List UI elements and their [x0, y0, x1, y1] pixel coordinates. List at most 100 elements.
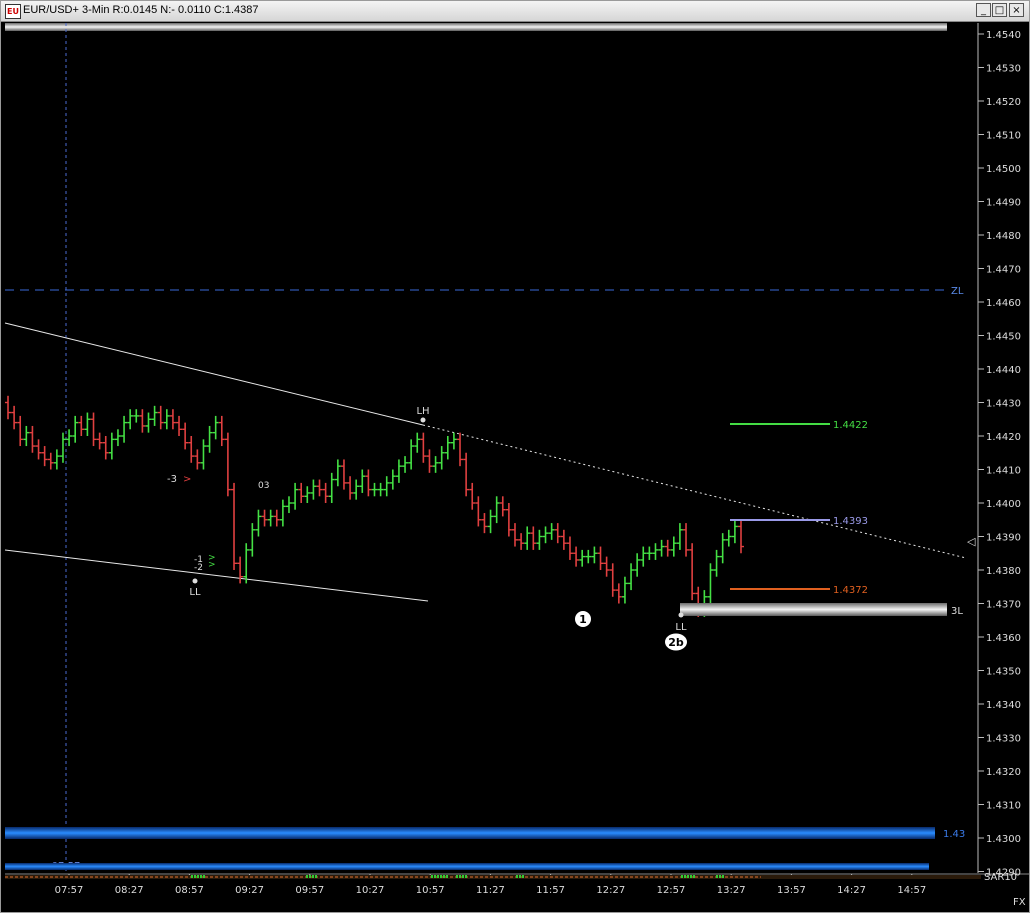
price-bar — [139, 409, 146, 433]
price-bar — [689, 543, 696, 601]
ll-label-second: LL — [675, 622, 687, 633]
price-bar — [402, 456, 409, 473]
price-tick-label: 1.4410 — [986, 466, 1021, 477]
upper-trendline[interactable] — [4, 322, 424, 426]
price-bar — [432, 456, 439, 473]
price-bar — [408, 439, 415, 470]
price-bar — [530, 526, 537, 550]
price-tick-label: 1.4340 — [986, 700, 1021, 711]
price-tick-label: 1.4350 — [986, 667, 1021, 678]
price-bar — [224, 432, 231, 497]
price-bar — [322, 482, 329, 503]
count-arrow-green-2: > — [208, 560, 216, 570]
price-bar — [670, 536, 677, 557]
price-tick-label: 1.4530 — [986, 64, 1021, 75]
price-bars — [5, 395, 744, 617]
minimize-button[interactable]: _ — [976, 3, 991, 17]
price-bar — [23, 425, 30, 447]
price-bar — [334, 459, 341, 487]
lower-trendline[interactable] — [4, 549, 429, 602]
price-tick-label: 1.4360 — [986, 633, 1021, 644]
price-bar — [585, 549, 592, 564]
price-bar — [35, 439, 42, 460]
price-bar — [738, 519, 744, 554]
window-title: EUR/USD+ 3-Min R:0.0145 N:- 0.0110 C:1.4… — [23, 4, 259, 16]
upper-trendline-projection[interactable] — [422, 424, 967, 559]
price-bar — [182, 422, 189, 450]
price-bar — [114, 429, 121, 447]
price-bar — [273, 509, 280, 527]
price-bar — [145, 412, 152, 433]
time-tick-label: 13:27 — [717, 885, 746, 896]
price-bar — [444, 436, 451, 460]
price-bar — [499, 496, 506, 517]
time-tick-label: 10:27 — [356, 885, 385, 896]
price-tick-label: 1.4470 — [986, 265, 1021, 276]
sar-dot — [200, 875, 202, 878]
time-tick-label: 07:57 — [55, 885, 84, 896]
corner-label: FX — [1013, 897, 1026, 908]
blue-level-band[interactable] — [5, 827, 935, 839]
time-tick-label: 13:57 — [777, 885, 806, 896]
price-bar — [102, 436, 109, 460]
price-bar — [731, 519, 738, 544]
price-tick-label: 1.4500 — [986, 164, 1021, 175]
sar-dot — [440, 875, 442, 878]
ll-pivot-dot-first — [192, 578, 198, 584]
app-icon[interactable]: EU — [5, 4, 21, 19]
price-tick-label: 1.4480 — [986, 231, 1021, 242]
price-bar — [151, 405, 158, 426]
sar-dot — [462, 875, 464, 878]
title-bar[interactable]: EU EUR/USD+ 3-Min R:0.0145 N:- 0.0110 C:… — [1, 1, 1029, 22]
lh-pivot-dot — [420, 417, 426, 423]
price-bar — [481, 513, 488, 534]
time-tick-label: 11:57 — [536, 885, 565, 896]
price-bar — [347, 476, 354, 500]
price-tick-label: 1.4460 — [986, 298, 1021, 309]
sar-dot — [687, 875, 689, 878]
price-bar — [414, 432, 421, 453]
price-bar — [41, 446, 48, 467]
price-bar — [316, 479, 323, 497]
price-axis[interactable]: 1.4540 1.4530 1.4520 1.4510 1.4500 1.4490 1.44… — [978, 30, 1021, 879]
price-bar — [542, 526, 549, 544]
current-price-marker: ◁ — [967, 535, 976, 548]
time-tick-label: 08:27 — [115, 885, 144, 896]
price-bar — [560, 529, 567, 550]
sar-dot — [434, 875, 436, 878]
indicator-label: SAR10 — [984, 872, 1017, 883]
price-bar — [249, 523, 256, 557]
time-tick-label: 14:27 — [837, 885, 866, 896]
price-bar — [237, 556, 244, 584]
price-bar — [359, 469, 366, 493]
price-bar — [231, 482, 238, 570]
time-tick-label: 11:27 — [476, 885, 505, 896]
blue-band-label: 1.43 — [943, 829, 965, 840]
price-bar — [591, 546, 598, 564]
price-bar — [255, 509, 262, 537]
price-bar — [725, 529, 732, 547]
sar-dot — [690, 875, 692, 878]
price-chart[interactable]: 1.4540 1.4530 1.4520 1.4510 1.4500 1.4490 1.44… — [1, 21, 1029, 911]
price-bar — [475, 496, 482, 527]
price-bar — [536, 529, 543, 550]
price-bar — [340, 459, 347, 490]
sar-dot — [446, 875, 448, 878]
sar-dot — [306, 875, 308, 878]
price-bar — [96, 432, 103, 450]
price-bar — [597, 546, 604, 570]
price-bar — [615, 583, 622, 604]
price-bar — [719, 533, 726, 564]
price-tick-label: 1.4520 — [986, 97, 1021, 108]
price-bar — [487, 509, 494, 534]
ll-label-first: LL — [189, 587, 201, 598]
close-button[interactable]: × — [1009, 3, 1024, 17]
sar-dot — [722, 875, 724, 878]
sar-dot — [719, 875, 721, 878]
sar-dot — [459, 875, 461, 878]
restore-button[interactable]: □ — [992, 3, 1007, 17]
count-minus-three: -3 — [167, 474, 177, 485]
three-l-band[interactable] — [680, 603, 947, 616]
price-tick-label: 1.4420 — [986, 432, 1021, 443]
price-bar — [121, 415, 128, 443]
